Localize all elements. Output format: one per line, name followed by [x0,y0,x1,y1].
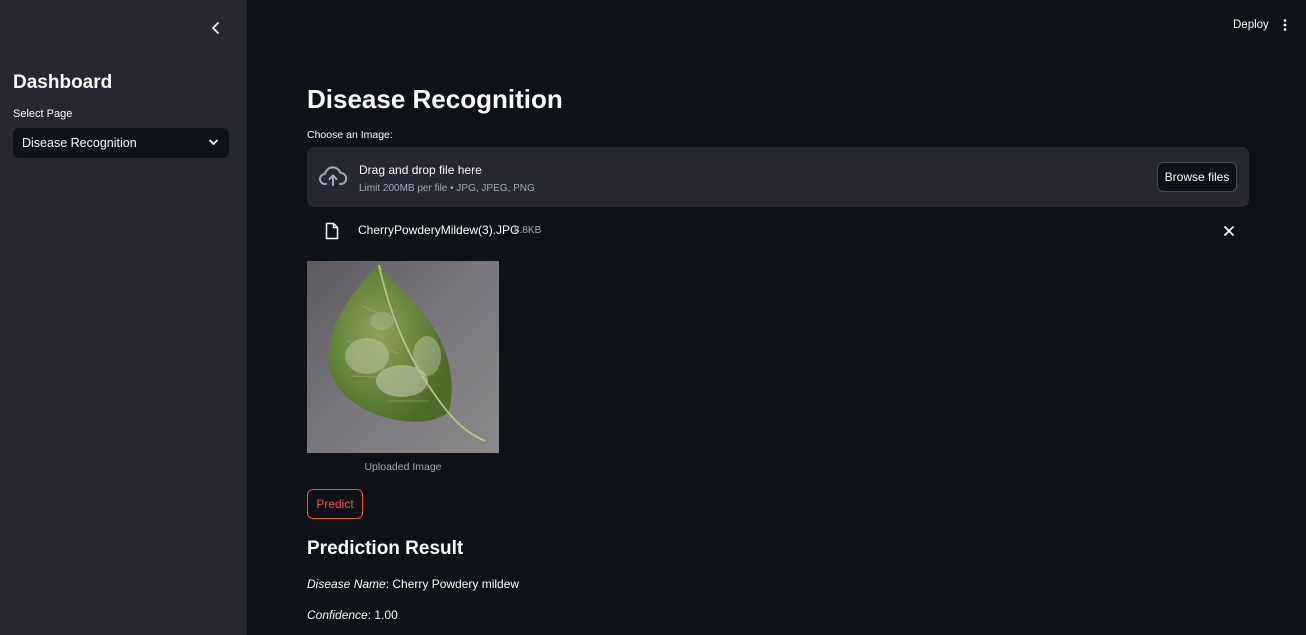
file-icon [325,222,339,240]
cloud-upload-icon [319,166,347,186]
sidebar-title: Dashboard [13,72,113,93]
disease-name-line: Disease Name: Cherry Powdery mildew [307,577,519,591]
select-page-label: Select Page [13,108,73,120]
remove-file-button[interactable] [1222,224,1236,238]
page-title: Disease Recognition [307,84,563,114]
main-menu-button[interactable] [1278,17,1292,33]
predict-button[interactable]: Predict [307,489,363,519]
dropzone-instructions: Drag and drop file here [359,163,482,177]
file-size: 8.8KB [514,225,542,236]
uploaded-file-row: CherryPowderyMildew(3).JPG 8.8KB [307,218,1249,244]
dropzone-limit: Limit 200MB per file • JPG, JPEG, PNG [359,183,535,194]
chevron-left-icon [212,22,219,34]
sidebar: Dashboard Select Page Disease Recognitio… [0,0,247,635]
confidence-line: Confidence: 1.00 [307,608,398,622]
disease-name-key: Disease Name [307,577,386,591]
page-select-value: Disease Recognition [22,136,137,150]
deploy-button[interactable]: Deploy [1227,17,1275,33]
confidence-value: : 1.00 [367,608,398,622]
more-vertical-icon [1283,19,1287,31]
file-name: CherryPowderyMildew(3).JPG [358,223,520,237]
prediction-result-heading: Prediction Result [307,538,464,559]
confidence-key: Confidence [307,608,368,622]
uploaded-leaf-image [307,261,499,453]
disease-name-value: : Cherry Powdery mildew [385,577,520,591]
collapse-sidebar-button[interactable] [206,18,226,38]
page-select[interactable]: Disease Recognition [13,128,229,158]
uploader-label: Choose an Image: [307,129,393,141]
chevron-down-icon [209,139,218,145]
file-dropzone[interactable]: Drag and drop file here Limit 200MB per … [307,147,1249,207]
image-caption: Uploaded Image [364,461,442,473]
close-icon [1224,226,1234,236]
browse-files-button[interactable]: Browse files [1157,162,1237,192]
